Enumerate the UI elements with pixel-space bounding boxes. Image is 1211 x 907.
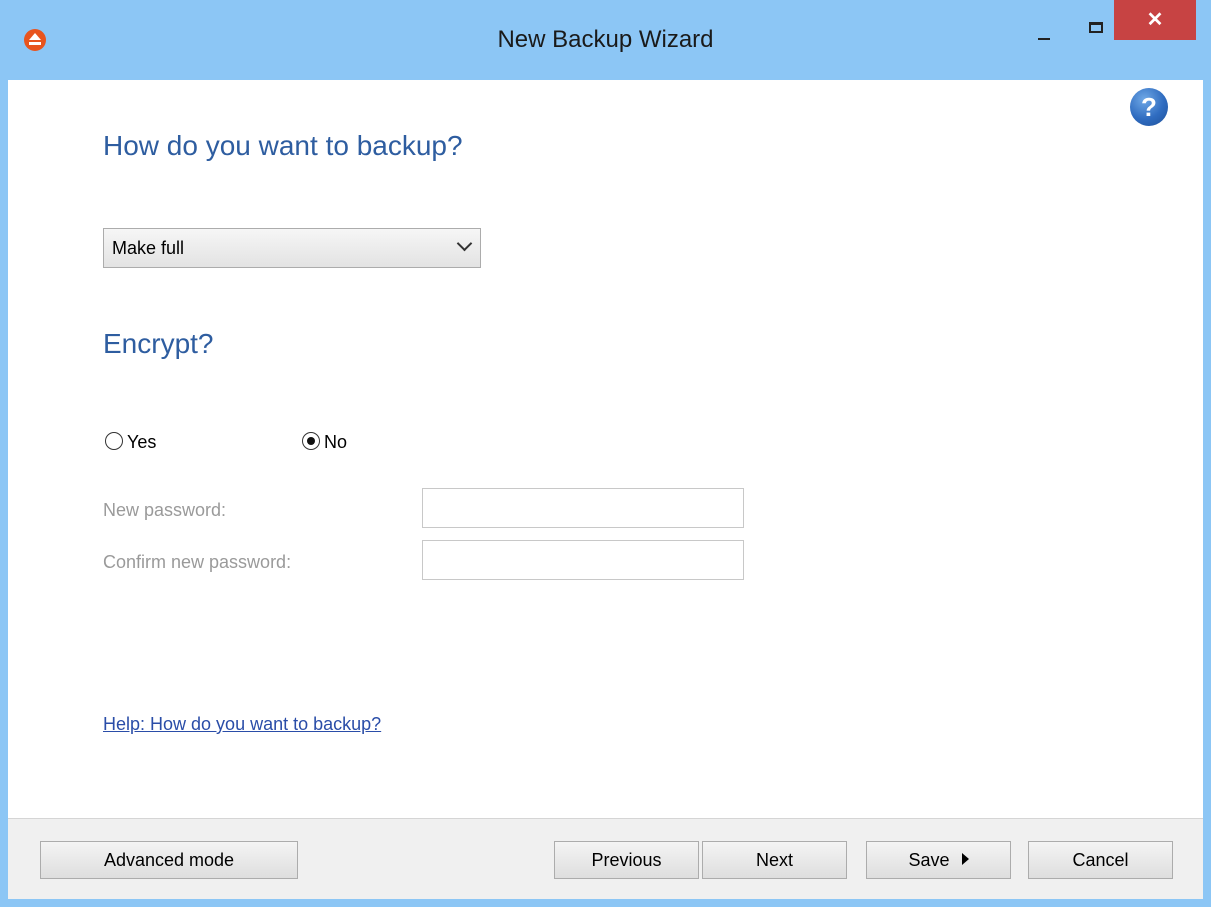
next-button[interactable]: Next (702, 841, 847, 879)
encrypt-no-label: No (324, 432, 348, 452)
caret-right-icon (961, 853, 969, 865)
wizard-window: New Backup Wizard ✕ ? How do you want to… (0, 0, 1211, 907)
previous-label: Previous (591, 850, 662, 870)
advanced-mode-label: Advanced mode (103, 850, 235, 870)
close-icon[interactable]: ✕ (1114, 0, 1196, 40)
save-label: Save (908, 850, 950, 870)
chevron-down-icon (456, 235, 473, 252)
encrypt-heading: Encrypt? (103, 328, 214, 359)
save-button[interactable]: Save (866, 841, 1011, 879)
previous-button[interactable]: Previous (554, 841, 699, 879)
backup-heading: How do you want to backup? (103, 130, 463, 161)
next-label: Next (755, 850, 793, 870)
new-password-field[interactable] (422, 488, 744, 528)
footer-bar: Advanced mode Previous Next Save Cancel (8, 818, 1203, 899)
backup-type-value: Make full (112, 238, 185, 258)
maximize-icon[interactable] (1080, 10, 1114, 38)
confirm-password-field[interactable] (422, 540, 744, 580)
cancel-button[interactable]: Cancel (1028, 841, 1173, 879)
confirm-password-label: Confirm new password: (103, 552, 292, 572)
title-bar[interactable]: New Backup Wizard ✕ (0, 0, 1211, 80)
minimize-icon[interactable] (1028, 14, 1062, 42)
encrypt-yes-label: Yes (127, 432, 157, 452)
backup-type-select[interactable]: Make full (103, 228, 481, 268)
wizard-content: ? How do you want to backup? Make full E… (8, 80, 1203, 818)
radio-unselected-icon (105, 432, 123, 450)
help-question-icon[interactable]: ? (1130, 88, 1168, 126)
advanced-mode-button[interactable]: Advanced mode (40, 841, 298, 879)
new-password-label: New password: (103, 500, 227, 520)
cancel-label: Cancel (1072, 850, 1129, 870)
help-link[interactable]: Help: How do you want to backup? (103, 714, 381, 735)
radio-selected-icon (302, 432, 320, 450)
